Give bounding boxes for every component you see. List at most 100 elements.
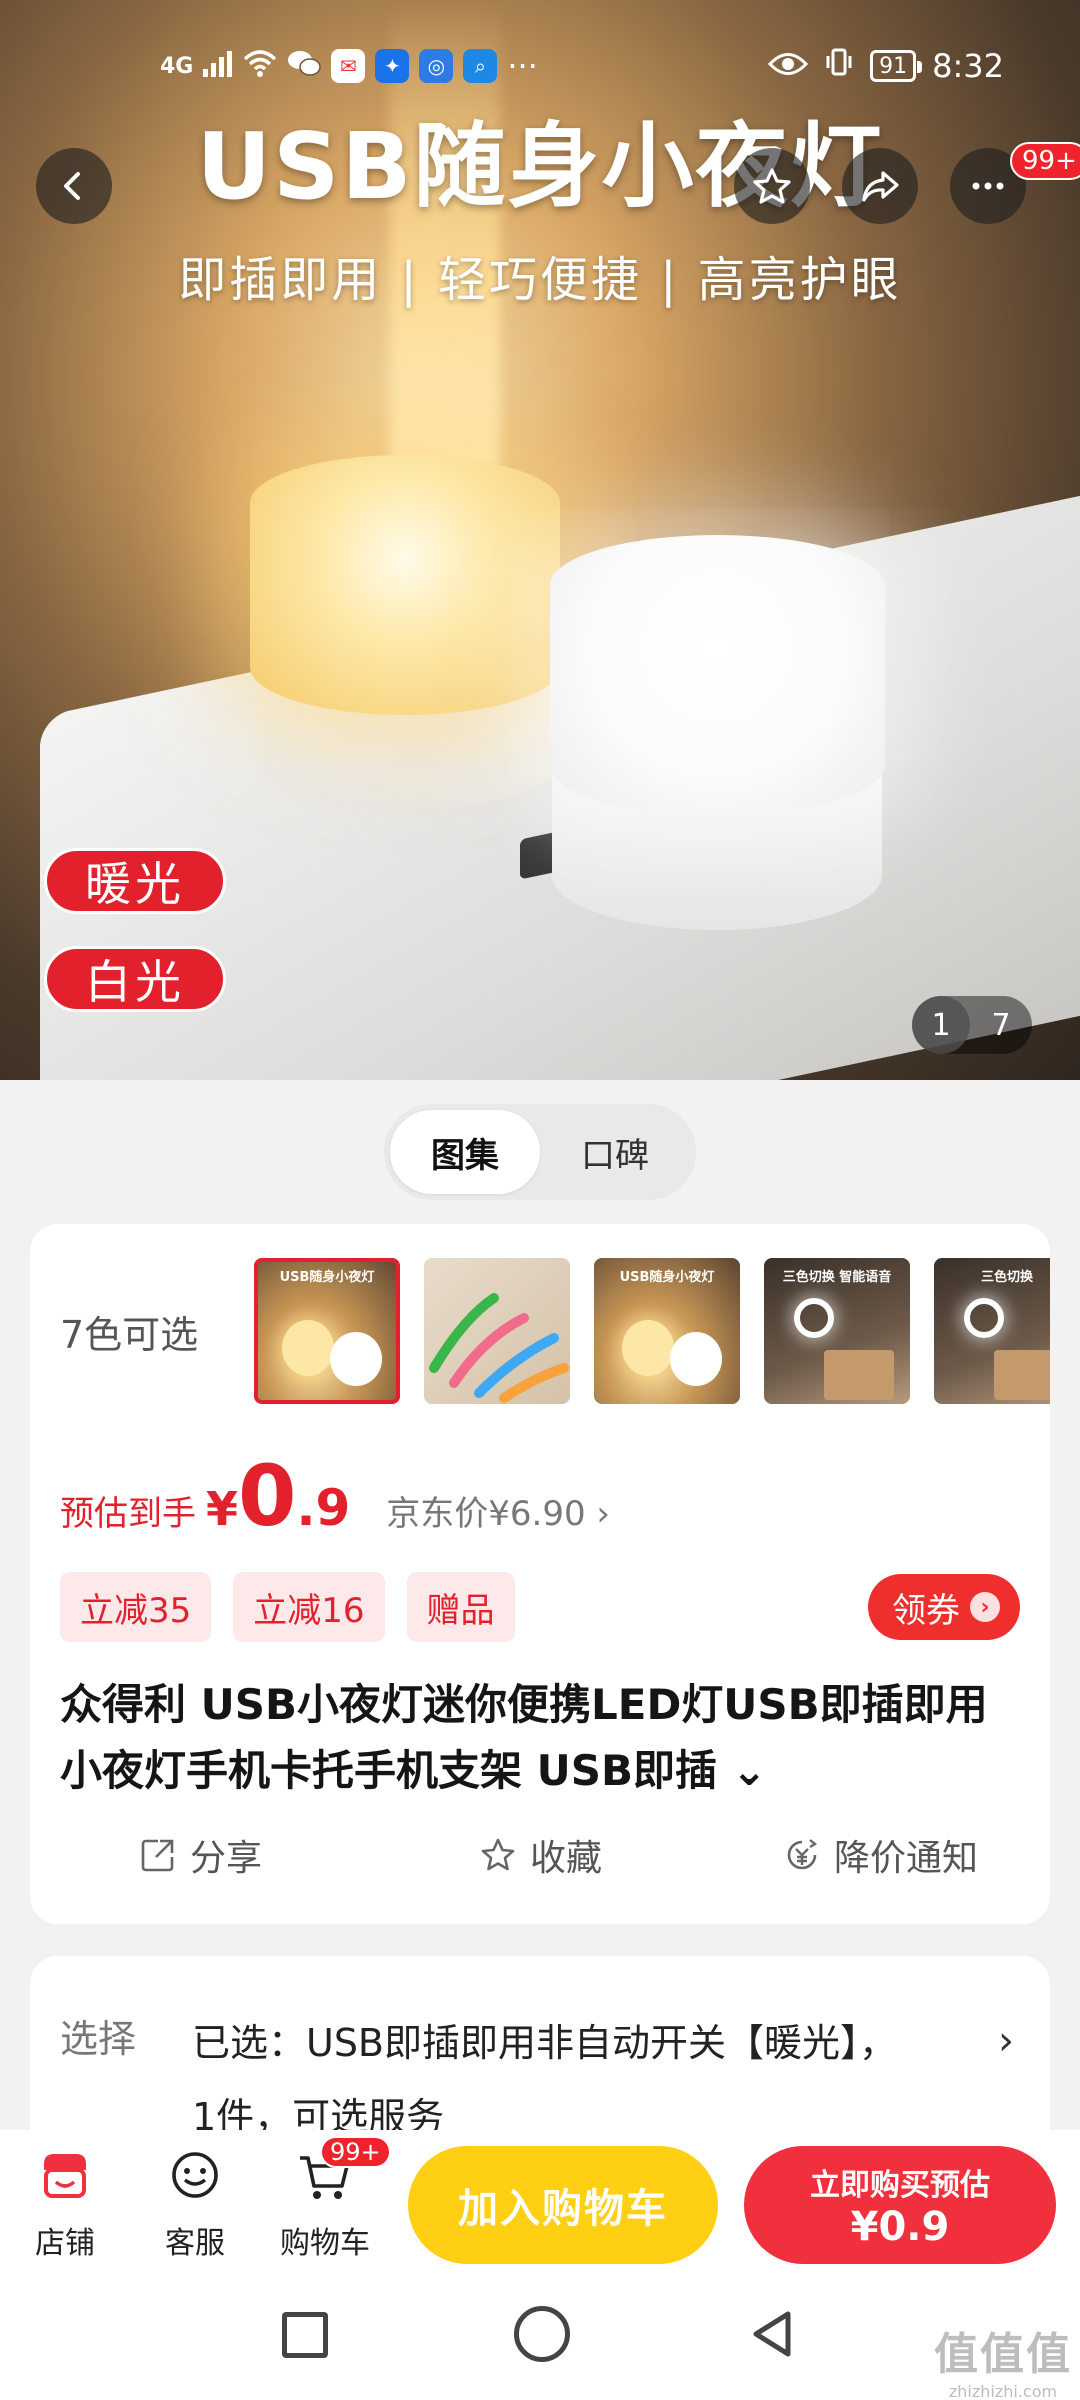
clock: 8:32 xyxy=(932,47,1004,85)
thumb-ring-lamp xyxy=(964,1298,1004,1338)
image-total: 7 xyxy=(991,1007,1011,1043)
message-app-icon: ✉ xyxy=(331,49,366,83)
chevron-right-icon: › xyxy=(596,1494,611,1534)
product-title[interactable]: 众得利 USB小夜灯迷你便携LED灯USB即插即用小夜灯手机卡托手机支架 USB… xyxy=(60,1672,1020,1804)
selection-label: 选择 xyxy=(60,2017,137,2061)
thumb-title: 三色切换 xyxy=(980,1270,1033,1285)
chevron-right-icon: › xyxy=(970,1592,1000,1622)
variant-thumb-3[interactable]: USB随身小夜灯 xyxy=(594,1258,740,1404)
tab-reviews[interactable]: 口碑 xyxy=(540,1110,690,1194)
bottom-action-bar: 店铺 客服 购物车 99+ 加入购物车 立即购买预估 ¥0.9 xyxy=(0,2130,1080,2270)
product-image-carousel[interactable]: USB随身小夜灯 即插即用 | 轻巧便捷 | 高亮护眼 暖光 白光 1 7 xyxy=(0,0,1080,1080)
jd-price-link[interactable]: 京东价¥6.90 › xyxy=(386,1486,610,1535)
smiley-chat-icon xyxy=(172,2152,218,2198)
product-info-card: 7色可选 USB随身小夜灯 USB随身小夜灯 三色切换 智能语音 三色切换 预估… xyxy=(30,1224,1050,1924)
hero-subtitle: 即插即用 | 轻巧便捷 | 高亮护眼 xyxy=(178,252,902,308)
eye-icon xyxy=(768,47,809,85)
estimated-price-label: 预估到手 xyxy=(60,1494,196,1534)
share-button[interactable] xyxy=(842,148,918,224)
promo-discount-35[interactable]: 立减35 xyxy=(60,1572,212,1642)
promo-tags: 立减35 立减16 赠品 xyxy=(60,1572,515,1642)
thumb-title: 三色切换 智能语音 xyxy=(782,1270,892,1285)
thumb-title: USB随身小夜灯 xyxy=(619,1270,715,1285)
price-alert-label: 降价通知 xyxy=(833,1838,978,1879)
star-outline-icon xyxy=(481,1838,515,1871)
buy-now-button[interactable]: 立即购买预估 ¥0.9 xyxy=(744,2146,1056,2264)
currency-symbol: ¥ xyxy=(206,1482,239,1536)
status-left: 4G ✉ ✦ ◎ ⌕ ··· xyxy=(160,44,538,88)
get-coupon-button[interactable]: 领券 › xyxy=(868,1574,1020,1640)
variant-thumb-2[interactable] xyxy=(424,1258,570,1404)
shop-button[interactable]: 店铺 xyxy=(10,2146,120,2262)
watermark-logo: 值值值 xyxy=(934,2329,1072,2380)
white-lamp xyxy=(550,535,885,815)
system-nav-bar xyxy=(0,2270,1080,2400)
coupon-label: 领券 xyxy=(892,1590,960,1631)
bulb-app-icon: ✦ xyxy=(375,49,410,83)
thumb-warm-lamp xyxy=(622,1320,674,1376)
selection-card[interactable]: 选择 已选：USB即插即用非自动开关【暖光】，1件，可选服务 › xyxy=(30,1956,1050,2156)
thumb-stand xyxy=(824,1350,894,1400)
price-integer: 0 xyxy=(238,1447,297,1545)
tag-warm-light: 暖光 xyxy=(44,848,226,914)
product-title-text: 众得利 USB小夜灯迷你便携LED灯USB即插即用小夜灯手机卡托手机支架 USB… xyxy=(60,1680,988,1795)
favorite-label: 收藏 xyxy=(529,1838,602,1879)
image-index: 1 xyxy=(912,996,970,1054)
notification-badge: 99+ xyxy=(1010,142,1080,180)
favorite-button[interactable] xyxy=(734,148,810,224)
more-notifications: ··· xyxy=(507,47,538,85)
customer-service-button[interactable]: 客服 xyxy=(140,2146,250,2262)
battery-indicator: 91 xyxy=(870,50,923,82)
thumb-warm-lamp xyxy=(282,1320,334,1376)
search-app-icon: ⌕ xyxy=(463,49,498,83)
wifi-icon xyxy=(243,47,277,85)
thumb-white-lamp xyxy=(330,1332,382,1386)
signal-label: 4G xyxy=(160,53,194,79)
back-button[interactable] xyxy=(36,148,112,224)
wechat-icon xyxy=(287,47,322,85)
signal-icon xyxy=(203,47,233,85)
tab-gallery[interactable]: 图集 xyxy=(390,1110,540,1194)
back-triangle-icon xyxy=(753,2311,791,2357)
price-alert-action[interactable]: 降价通知 xyxy=(710,1820,1050,1890)
add-to-cart-button[interactable]: 加入购物车 xyxy=(408,2146,718,2264)
flexible-lamps-image xyxy=(429,1293,569,1403)
promo-gift[interactable]: 赠品 xyxy=(406,1572,515,1642)
watermark: 值值值 zhizhizhi.com xyxy=(934,2318,1072,2400)
shop-icon xyxy=(44,2154,86,2198)
chevron-left-icon xyxy=(64,172,80,200)
promo-discount-16[interactable]: 立减16 xyxy=(233,1572,385,1642)
variant-thumbnails: USB随身小夜灯 USB随身小夜灯 三色切换 智能语音 三色切换 xyxy=(254,1258,1050,1408)
vibrate-icon xyxy=(824,47,854,85)
watermark-url: zhizhizhi.com xyxy=(948,2382,1058,2400)
star-icon xyxy=(753,168,791,204)
cart-count-badge: 99+ xyxy=(320,2136,391,2168)
share-icon xyxy=(141,1839,174,1872)
thumb-ring-lamp xyxy=(794,1298,834,1338)
color-count-label[interactable]: 7色可选 xyxy=(60,1304,198,1359)
buy-now-label: 立即购买预估 xyxy=(810,2168,990,2203)
home-button[interactable] xyxy=(514,2306,570,2362)
favorite-action[interactable]: 收藏 xyxy=(370,1820,710,1890)
more-dots-icon xyxy=(972,182,1004,190)
jd-price-text: 京东价¥6.90 xyxy=(386,1494,586,1534)
chevron-right-icon: › xyxy=(998,2018,1014,2064)
share-action[interactable]: 分享 xyxy=(30,1820,370,1890)
gallery-review-toggle: 图集 口碑 xyxy=(384,1104,696,1200)
globe-app-icon: ◎ xyxy=(419,49,454,83)
thumb-stand xyxy=(994,1350,1050,1400)
variant-thumb-4[interactable]: 三色切换 智能语音 xyxy=(764,1258,910,1404)
recent-apps-button[interactable] xyxy=(282,2312,328,2358)
status-bar: 4G ✉ ✦ ◎ ⌕ ··· 91 8:32 xyxy=(0,44,1080,88)
thumb-white-lamp xyxy=(670,1332,722,1386)
share-arrow-icon xyxy=(862,171,899,202)
product-actions: 分享 收藏 降价通知 xyxy=(30,1820,1050,1890)
image-counter: 1 7 xyxy=(912,996,1032,1054)
back-nav-button[interactable] xyxy=(744,2306,800,2362)
hero-title: USB随身小夜灯 xyxy=(196,113,884,220)
warm-lamp xyxy=(250,455,560,715)
buy-now-price: ¥0.9 xyxy=(850,2204,950,2250)
variant-thumb-1[interactable]: USB随身小夜灯 xyxy=(254,1258,400,1404)
variant-thumb-5[interactable]: 三色切换 xyxy=(934,1258,1050,1404)
tag-white-light: 白光 xyxy=(44,946,226,1012)
